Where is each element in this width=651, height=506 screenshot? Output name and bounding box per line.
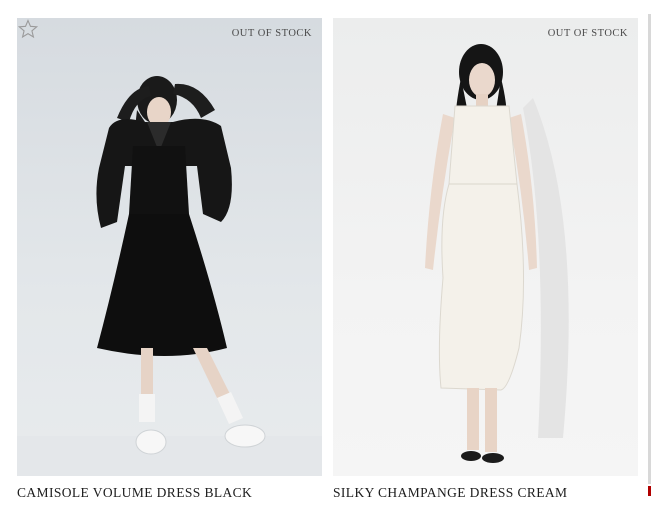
product-photo[interactable]: OUT OF STOCK — [333, 18, 638, 476]
product-photo-icon — [425, 44, 569, 463]
product-title[interactable]: SILKY CHAMPANGE DRESS CREAM — [333, 485, 638, 501]
product-title[interactable]: CAMISOLE VOLUME DRESS BLACK — [17, 485, 322, 501]
product-card-silky-champange-dress[interactable]: OUT OF STOCK SILKY CHAMPANGE DRESS CREAM — [333, 18, 638, 501]
product-card-camisole-volume-dress[interactable]: OUT OF STOCK CAMISOLE VOLUME DRESS BLACK — [17, 18, 322, 501]
product-photo-icon — [17, 76, 322, 476]
out-of-stock-badge: OUT OF STOCK — [547, 28, 628, 39]
product-photo[interactable]: OUT OF STOCK — [17, 18, 322, 476]
star-outline-icon[interactable] — [17, 18, 39, 40]
out-of-stock-badge: OUT OF STOCK — [231, 28, 312, 39]
